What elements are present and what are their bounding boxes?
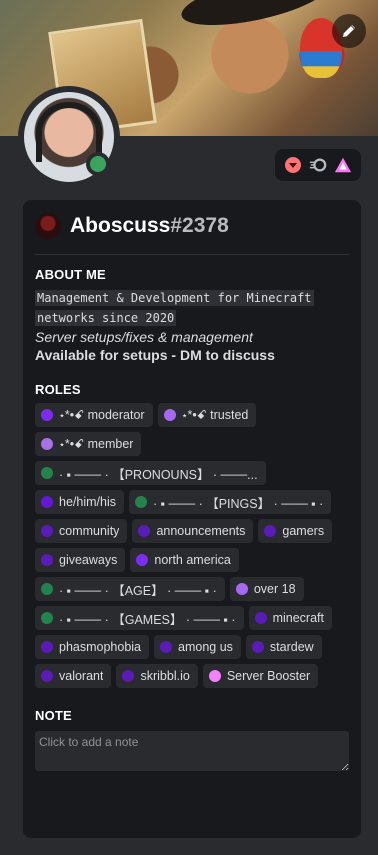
role-pill[interactable]: Server Booster: [202, 664, 319, 688]
role-pill[interactable]: stardew: [245, 635, 322, 659]
role-pill[interactable]: gamers: [258, 519, 333, 543]
role-color-dot-icon: [254, 612, 267, 624]
role-color-dot-icon: [134, 496, 147, 508]
role-color-dot-icon: [41, 467, 53, 479]
username[interactable]: Aboscuss: [70, 214, 170, 238]
role-label: gamers: [282, 524, 325, 538]
role-pill[interactable]: over 18: [229, 577, 304, 601]
role-pill[interactable]: valorant: [35, 664, 112, 688]
role-color-dot-icon: [41, 409, 53, 421]
role-color-dot-icon: [136, 554, 149, 566]
role-label: · ▪ ─── · 【PINGS】 · ─── ▪ ·: [152, 496, 324, 511]
role-color-dot-icon: [122, 670, 135, 682]
role-label: he/him/his: [59, 495, 116, 509]
role-label: phasmophobia: [59, 640, 142, 654]
about-italic-line: Server setups/fixes & management: [35, 329, 253, 345]
about-me-text: Management & Development for Minecraft n…: [35, 288, 349, 364]
role-label: ⋆*•ꗃ trusted: [181, 407, 249, 422]
role-label: Server Booster: [226, 669, 311, 683]
role-color-dot-icon: [163, 409, 176, 421]
role-label: minecraft: [272, 611, 324, 625]
role-color-dot-icon: [138, 525, 151, 537]
role-pill[interactable]: · ▪ ─── · 【AGE】 · ─── ▪ ·: [35, 577, 225, 601]
discriminator[interactable]: #2378: [170, 214, 228, 238]
role-label: · ▪ ─── · 【AGE】 · ─── ▪ ·: [59, 583, 217, 598]
profile-card: Aboscuss #2378 ABOUT ME Management & Deve…: [23, 200, 361, 838]
role-label: community: [59, 524, 120, 538]
role-color-dot-icon: [41, 612, 53, 624]
role-color-dot-icon: [235, 583, 248, 595]
note-input[interactable]: [35, 731, 349, 771]
role-pill[interactable]: among us: [154, 635, 241, 659]
role-color-dot-icon: [41, 670, 53, 682]
nitro-booster-badge-icon[interactable]: [284, 156, 302, 174]
roles-title: ROLES: [35, 382, 81, 397]
role-pill[interactable]: · ▪ ─── · 【PINGS】 · ─── ▪ ·: [128, 490, 332, 514]
role-label: stardew: [269, 640, 314, 654]
role-pill[interactable]: he/him/his: [35, 490, 124, 514]
role-label: ⋆*•ꗃ moderator: [59, 407, 145, 422]
about-bold-line: Available for setups - DM to discuss: [35, 347, 275, 363]
role-label: · ▪ ─── · 【PRONOUNS】 · ───...: [59, 467, 258, 482]
role-label: announcements: [156, 524, 246, 538]
role-color-dot-icon: [160, 641, 173, 653]
role-label: over 18: [253, 582, 296, 596]
note-title: NOTE: [35, 708, 72, 723]
role-pill[interactable]: skribbl.io: [116, 664, 198, 688]
about-code-line-1: Management & Development for Minecraft: [35, 290, 314, 306]
role-color-dot-icon: [41, 525, 53, 537]
role-label: giveaways: [59, 553, 118, 567]
role-color-dot-icon: [208, 670, 221, 682]
role-color-dot-icon: [41, 438, 53, 450]
role-label: skribbl.io: [140, 669, 190, 683]
role-label: north america: [154, 553, 231, 567]
role-label: among us: [178, 640, 233, 654]
role-label: ⋆*•ꗃ member: [59, 436, 134, 451]
role-pill[interactable]: ⋆*•ꗃ member: [35, 432, 142, 456]
about-code-line-2: networks since 2020: [35, 310, 177, 326]
role-pill[interactable]: ⋆*•ꗃ moderator: [35, 403, 153, 427]
name-row: Aboscuss #2378: [35, 212, 349, 240]
role-pill[interactable]: giveaways: [35, 548, 126, 572]
about-me-title: ABOUT ME: [35, 267, 106, 282]
divider: [35, 254, 349, 255]
role-color-dot-icon: [41, 554, 53, 566]
role-label: valorant: [59, 669, 104, 683]
role-pill[interactable]: minecraft: [248, 606, 332, 630]
role-color-dot-icon: [264, 525, 277, 537]
role-color-dot-icon: [41, 583, 53, 595]
role-pill[interactable]: north america: [130, 548, 239, 572]
server-avatar-icon: [35, 213, 61, 239]
online-status-icon: [90, 156, 106, 172]
hypesquad-badge-icon[interactable]: [334, 156, 352, 174]
role-color-dot-icon: [41, 496, 53, 508]
role-pill[interactable]: · ▪ ─── · 【PRONOUNS】 · ───...: [35, 461, 266, 485]
role-pill[interactable]: phasmophobia: [35, 635, 150, 659]
badge-list: [275, 149, 361, 181]
role-pill[interactable]: community: [35, 519, 128, 543]
role-label: · ▪ ─── · 【GAMES】 · ─── ▪ ·: [59, 612, 236, 627]
role-color-dot-icon: [251, 641, 264, 653]
nitro-badge-icon[interactable]: [309, 156, 327, 174]
role-color-dot-icon: [41, 641, 53, 653]
role-pill[interactable]: · ▪ ─── · 【GAMES】 · ─── ▪ ·: [35, 606, 244, 630]
status-indicator: [86, 152, 110, 176]
role-list: ⋆*•ꗃ moderator ⋆*•ꗃ trusted ⋆*•ꗃ member · ▪…: [35, 403, 349, 688]
pencil-icon: [343, 25, 355, 37]
role-pill[interactable]: ⋆*•ꗃ trusted: [157, 403, 257, 427]
edit-profile-button[interactable]: [332, 14, 366, 48]
role-pill[interactable]: announcements: [132, 519, 254, 543]
